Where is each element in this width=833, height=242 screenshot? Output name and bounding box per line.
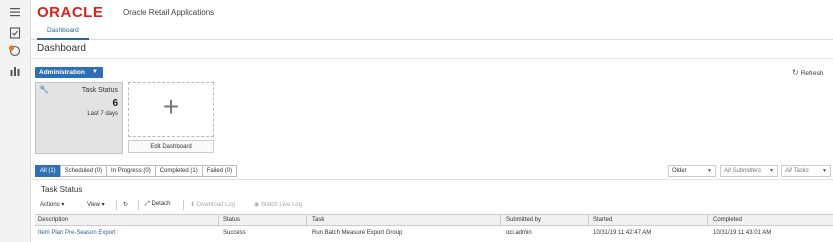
refresh-label: Refresh (800, 70, 824, 77)
tile-title: Task Status (81, 87, 118, 94)
column-separator (306, 215, 307, 227)
divider (31, 58, 833, 59)
refresh-table-icon[interactable]: ↻ (123, 201, 128, 208)
detach-icon: ⤢ (145, 201, 150, 207)
chevron-down-icon: ▼ (92, 69, 98, 75)
download-log-label: Download Log (196, 202, 236, 208)
toolbar-separator (116, 200, 117, 210)
column-header-completed[interactable]: Completed (713, 217, 742, 223)
header: ORACLE Oracle Retail Applications (31, 0, 833, 24)
tile-period: Last 7 days (87, 111, 118, 117)
refresh-button[interactable]: ↻ Refresh (792, 68, 823, 77)
watch-live-log-button[interactable]: ◉ Watch Live Log (254, 201, 302, 208)
tasks-icon[interactable] (8, 26, 22, 40)
column-header-started[interactable]: Started (593, 217, 612, 223)
plus-icon: + (162, 91, 180, 122)
eye-icon: ◉ (254, 202, 260, 208)
row-task: Run Batch Measure Export Group (312, 230, 403, 236)
chevron-down-icon: ▼ (707, 168, 712, 174)
chevron-down-icon: ▼ (769, 168, 774, 174)
column-separator (218, 215, 219, 227)
task-status-tile[interactable]: 🔧 Task Status 6 Last 7 days (35, 82, 123, 154)
administration-label: Administration (39, 69, 85, 76)
age-select-value: Older (672, 168, 687, 174)
filter-in-progress[interactable]: In Progress (0) (106, 165, 156, 177)
download-log-button[interactable]: ⬇ Download Log (190, 201, 235, 208)
row-started: 10/31/19 11:42:47 AM (593, 230, 652, 236)
row-status: Success (223, 230, 246, 236)
submitters-select-value: All Submitters (724, 168, 762, 174)
column-header-task[interactable]: Task (312, 217, 324, 223)
filter-scheduled[interactable]: Scheduled (0) (59, 165, 108, 177)
toolbar-separator (138, 200, 139, 210)
row-description-link[interactable]: Item Plan Pre-Season Export (38, 230, 116, 236)
toolbar-separator (183, 200, 184, 210)
filter-failed[interactable]: Failed (0) (201, 165, 238, 177)
view-menu[interactable]: View ▾ (87, 201, 105, 208)
download-icon: ⬇ (190, 202, 196, 208)
age-select[interactable]: Older ▼ (668, 165, 716, 177)
tab-strip: Dashboard (31, 24, 833, 40)
column-header-status[interactable]: Status (223, 217, 240, 223)
column-header-submitted-by[interactable]: Submitted by (506, 217, 541, 223)
status-filter-group: All (1) Scheduled (0) In Progress (0) Co… (35, 165, 238, 177)
edit-dashboard-button[interactable]: Edit Dashboard (128, 140, 214, 153)
column-separator (500, 215, 501, 227)
chevron-down-icon: ▼ (822, 168, 827, 174)
view-label: View (87, 202, 100, 208)
tile-count: 6 (112, 98, 118, 109)
actions-menu[interactable]: Actions ▾ (40, 201, 64, 208)
row-completed: 10/31/19 11:43:01 AM (713, 230, 772, 236)
left-nav-bar (0, 0, 31, 242)
column-separator (588, 215, 589, 227)
menu-icon[interactable] (8, 5, 22, 19)
reports-icon[interactable] (8, 64, 22, 78)
column-separator (707, 215, 708, 227)
detach-button[interactable]: ⤢ Detach (145, 201, 171, 208)
section-title: Task Status (41, 185, 83, 194)
administration-menu-button[interactable]: Administration ▼ (35, 67, 103, 78)
page-title: Dashboard (37, 43, 86, 54)
notifications-icon[interactable] (8, 44, 22, 58)
actions-label: Actions (40, 202, 60, 208)
detach-label: Detach (151, 201, 171, 207)
table-header: Description Status Task Submitted by Sta… (35, 214, 833, 227)
add-tile-placeholder[interactable]: + (128, 82, 214, 137)
app-title: Oracle Retail Applications (123, 8, 215, 17)
oracle-logo: ORACLE (37, 4, 104, 21)
row-submitted-by: oci.admin (506, 230, 532, 236)
refresh-icon: ↻ (792, 68, 799, 77)
wrench-icon[interactable]: 🔧 (39, 85, 49, 94)
tasks-select[interactable]: All Tasks ▼ (781, 165, 831, 177)
tasks-select-value: All Tasks (785, 168, 809, 174)
chevron-down-icon: ▾ (101, 202, 105, 208)
column-header-description[interactable]: Description (38, 217, 68, 223)
filter-all[interactable]: All (1) (35, 165, 61, 177)
table-row[interactable]: Item Plan Pre-Season Export Success Run … (35, 227, 833, 239)
chevron-down-icon: ▾ (61, 202, 65, 208)
divider (31, 179, 833, 180)
filter-completed[interactable]: Completed (1) (154, 165, 203, 177)
watch-live-log-label: Watch Live Log (260, 202, 303, 208)
submitters-select[interactable]: All Submitters ▼ (720, 165, 778, 177)
tab-dashboard[interactable]: Dashboard (37, 24, 89, 40)
